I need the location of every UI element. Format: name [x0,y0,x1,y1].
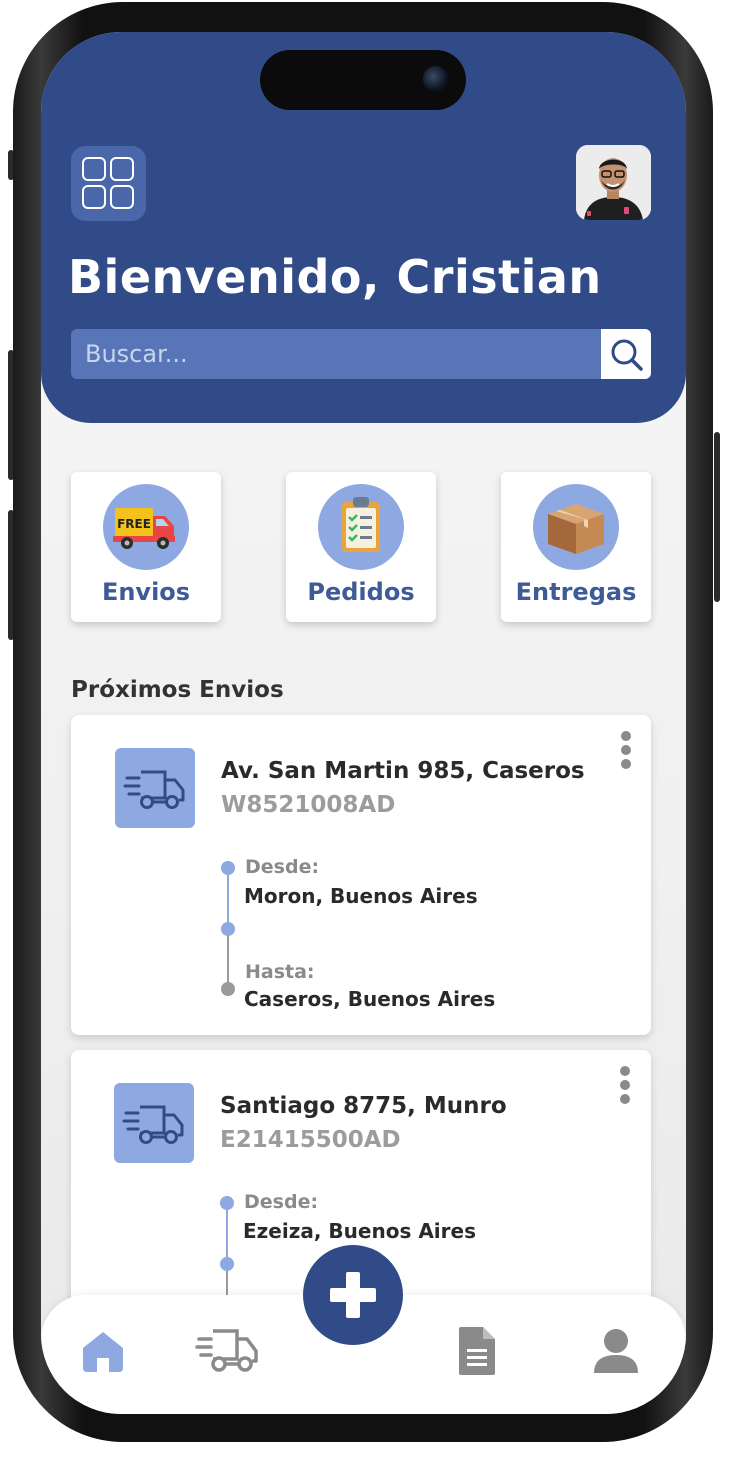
category-entregas[interactable]: Entregas [501,472,651,622]
category-icon-circle [533,484,619,570]
camera-icon [423,66,449,92]
add-shipment-button[interactable] [303,1245,403,1345]
package-box-icon [548,504,604,554]
timeline-line [227,929,229,989]
more-options-icon[interactable] [620,731,632,775]
destination-dot [221,982,235,996]
home-icon[interactable] [79,1326,127,1378]
header: Bienvenido, Cristian [41,32,686,423]
shipment-address: Av. San Martin 985, Caseros [221,758,585,784]
from-value: Ezeiza, Buenos Aires [243,1219,476,1243]
shipment-address: Santiago 8775, Munro [220,1093,507,1119]
from-label: Desde: [244,1191,319,1213]
section-title: Próximos Envios [71,677,284,703]
shipment-code: W8521008AD [221,792,396,818]
truck-icon-box [115,748,195,828]
svg-text:FREE: FREE [117,517,151,531]
from-label: Desde: [245,856,320,878]
category-label: Pedidos [307,578,415,606]
category-label: Entregas [515,578,637,606]
more-options-icon[interactable] [619,1066,631,1110]
origin-dot [220,1196,234,1210]
timeline-line [226,1204,228,1264]
category-icon-circle: FREE [103,484,189,570]
to-value: Caseros, Buenos Aires [244,987,496,1011]
truck-icon [123,770,185,809]
origin-dot [221,861,235,875]
search-button[interactable] [601,329,651,379]
clipboard-checklist-icon [342,497,380,552]
shipment-card[interactable]: Av. San Martin 985, Caseros W8521008AD D… [71,715,651,1035]
category-pedidos[interactable]: Pedidos [286,472,436,622]
category-icon-circle [318,484,404,570]
welcome-title: Bienvenido, Cristian [68,250,602,304]
truck-icon[interactable] [195,1327,259,1377]
truck-icon [122,1105,184,1144]
search-icon [611,339,643,371]
free-delivery-truck-icon: FREE [113,508,175,549]
category-label: Envios [101,578,191,606]
category-envios[interactable]: FREE Envios [71,472,221,622]
avatar[interactable] [576,145,651,220]
shipment-code: E21415500AD [220,1127,401,1153]
power-button [714,432,720,602]
truck-icon-box [114,1083,194,1163]
search-bar [71,329,651,379]
phone-screen: Bienvenido, Cristian FREE En [41,32,686,1414]
midpoint-dot [221,922,235,936]
midpoint-dot [220,1257,234,1271]
to-label: Hasta: [245,961,315,983]
profile-photo [576,145,651,220]
user-icon[interactable] [591,1325,641,1379]
from-value: Moron, Buenos Aires [244,884,478,908]
menu-grid-button[interactable] [71,146,146,221]
search-input[interactable] [71,329,605,379]
timeline-line [227,869,229,929]
document-icon[interactable] [457,1325,497,1381]
